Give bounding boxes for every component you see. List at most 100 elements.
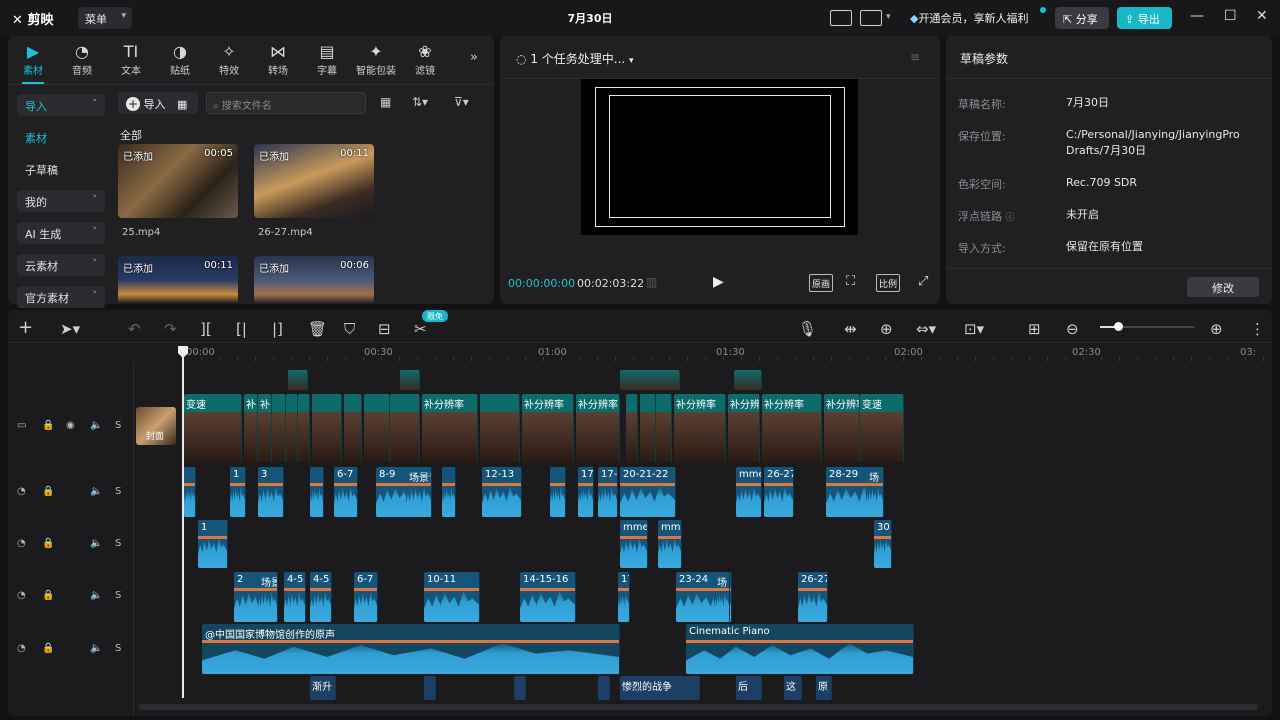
audio-clip[interactable]: 场景音 bbox=[406, 467, 432, 517]
sidebar-item[interactable]: 我的 ˅ bbox=[17, 190, 105, 212]
waveform-toggle-icon[interactable]: ▥ bbox=[646, 275, 657, 289]
video-clip[interactable]: 补分辨率 bbox=[422, 394, 478, 462]
audio-clip[interactable]: 场景 bbox=[258, 572, 278, 622]
playhead[interactable] bbox=[178, 346, 188, 698]
lock-icon[interactable]: 🔒 bbox=[42, 643, 54, 654]
tab-text[interactable]: TI 文本 bbox=[108, 42, 154, 77]
search-input[interactable]: ⌕ 搜索文件名 bbox=[206, 92, 366, 114]
text-clip[interactable]: 惨烈的战争 bbox=[620, 676, 700, 700]
fullscreen-icon[interactable]: ⤢ bbox=[918, 274, 928, 289]
vip-promo[interactable]: ◆开通会员，享新人福利 bbox=[910, 10, 1028, 26]
import-button[interactable]: + 导入 ▦ bbox=[118, 92, 198, 114]
smart-cut-icon[interactable]: ✂ bbox=[414, 320, 427, 338]
lock-icon[interactable]: 🔒 bbox=[42, 538, 54, 549]
audio-clip[interactable]: 12-13 bbox=[482, 467, 522, 517]
audio-clip[interactable]: 3 bbox=[258, 467, 284, 517]
music-clip[interactable]: @中国国家博物馆创作的原声 bbox=[202, 624, 620, 674]
video-clip[interactable] bbox=[480, 394, 520, 462]
tab-subtitle[interactable]: ▤ 字幕 bbox=[304, 42, 350, 77]
share-button[interactable]: ⇱ 分享 bbox=[1055, 7, 1109, 29]
text-clip[interactable]: 后 bbox=[736, 676, 762, 700]
video-clip[interactable] bbox=[272, 394, 286, 462]
solo-icon[interactable]: S bbox=[115, 420, 121, 431]
tab-effects[interactable]: ✧ 特效 bbox=[206, 42, 252, 77]
video-clip[interactable] bbox=[656, 394, 672, 462]
more-icon[interactable]: ⋮ bbox=[1250, 320, 1265, 338]
volume-icon[interactable]: 🔈 bbox=[90, 420, 102, 431]
link-icon[interactable]: ⇹ bbox=[844, 320, 857, 338]
menu-button[interactable]: 菜单 ▾ bbox=[78, 7, 132, 29]
text-clip[interactable]: 渐升 bbox=[310, 676, 336, 700]
audio-clip[interactable] bbox=[184, 467, 196, 517]
layout-chevron-icon[interactable]: ▾ bbox=[886, 12, 891, 22]
audio-clip[interactable]: 1 bbox=[230, 467, 246, 517]
video-clip[interactable] bbox=[626, 394, 638, 462]
delete-icon[interactable]: 🗑 bbox=[308, 320, 327, 338]
zoom-in-icon[interactable]: ⊕ bbox=[1210, 320, 1223, 338]
audio-clip[interactable]: mme bbox=[658, 520, 682, 568]
audio-clip[interactable]: 4-5 bbox=[310, 572, 332, 622]
sort-icon[interactable]: ⇅▾ bbox=[412, 95, 428, 109]
audio-clip[interactable]: 26-27 bbox=[798, 572, 828, 622]
audio-clip[interactable]: 1 bbox=[198, 520, 228, 568]
music-clip[interactable]: Cinematic Piano bbox=[686, 624, 914, 674]
audio-clip[interactable]: mme bbox=[736, 467, 762, 517]
help-icon[interactable]: ⓘ bbox=[1006, 213, 1015, 223]
media-item[interactable]: 已添加 00:11 bbox=[254, 144, 374, 218]
lock-icon[interactable]: 🔒 bbox=[42, 590, 54, 601]
zoom-slider-handle[interactable] bbox=[1114, 322, 1123, 331]
fit-timeline-icon[interactable]: ⊞ bbox=[1028, 320, 1041, 338]
solo-icon[interactable]: S bbox=[115, 590, 121, 601]
ratio-button[interactable]: 比例 bbox=[876, 274, 900, 292]
overlay-clip[interactable] bbox=[734, 370, 762, 390]
video-clip[interactable]: 补分辨率 bbox=[824, 394, 860, 462]
media-item[interactable]: 已添加 00:11 bbox=[118, 256, 238, 304]
modify-button[interactable]: 修改 bbox=[1187, 277, 1259, 297]
horizontal-scrollbar[interactable] bbox=[138, 704, 1258, 710]
redo-icon[interactable]: ↷ bbox=[164, 320, 177, 338]
video-clip[interactable] bbox=[298, 394, 310, 462]
fit-icon[interactable]: ⛶ bbox=[846, 274, 855, 289]
video-clip[interactable] bbox=[286, 394, 298, 462]
lock-icon[interactable]: 🔒 bbox=[42, 420, 54, 431]
overlay-clip[interactable] bbox=[620, 370, 680, 390]
sidebar-item[interactable]: 云素材 ˅ bbox=[17, 254, 105, 276]
minimize-icon[interactable]: — bbox=[1190, 8, 1204, 24]
overlay-clip[interactable] bbox=[400, 370, 420, 390]
video-clip[interactable]: 补分辨率 bbox=[522, 394, 574, 462]
original-quality-button[interactable]: 原画 bbox=[809, 274, 833, 292]
audio-clip[interactable]: 17 bbox=[618, 572, 630, 622]
sidebar-item[interactable]: AI 生成 ˅ bbox=[17, 222, 105, 244]
audio-clip[interactable]: 场 bbox=[714, 572, 730, 622]
layout-icon[interactable] bbox=[860, 10, 882, 26]
video-clip[interactable]: 补 bbox=[244, 394, 258, 462]
sidebar-item[interactable]: 子草稿 bbox=[17, 158, 105, 180]
audio-clip[interactable]: 6-7 bbox=[334, 467, 358, 517]
view-mode-icon[interactable]: ▦ bbox=[380, 95, 391, 109]
zoom-slider[interactable] bbox=[1100, 322, 1194, 331]
text-clip[interactable]: 这 bbox=[784, 676, 802, 700]
split-left-icon[interactable]: [| bbox=[236, 320, 247, 338]
audio-clip[interactable]: 14-15-16 bbox=[520, 572, 576, 622]
preview-axis-icon[interactable]: ⊡▾ bbox=[964, 320, 984, 338]
eye-icon[interactable]: ◉ bbox=[66, 420, 75, 431]
media-item[interactable]: 已添加 00:06 bbox=[254, 256, 374, 304]
video-clip[interactable] bbox=[390, 394, 420, 462]
tab-sticker[interactable]: ◑ 贴纸 bbox=[157, 42, 203, 77]
audio-clip[interactable]: 10-11 bbox=[424, 572, 480, 622]
replace-icon[interactable]: ⊟ bbox=[378, 320, 391, 338]
audio-clip[interactable] bbox=[310, 467, 324, 517]
audio-clip[interactable]: 17-1 bbox=[598, 467, 618, 517]
overlay-clip[interactable] bbox=[288, 370, 308, 390]
mic-icon[interactable]: 🎙 bbox=[798, 320, 817, 338]
video-clip[interactable]: 补 bbox=[258, 394, 272, 462]
preview-canvas[interactable] bbox=[581, 79, 858, 235]
cover-thumbnail[interactable]: 封面 bbox=[136, 407, 176, 445]
zoom-out-icon[interactable]: ⊖ bbox=[1066, 320, 1079, 338]
volume-icon[interactable]: 🔈 bbox=[90, 486, 102, 497]
keyboard-icon[interactable] bbox=[830, 10, 852, 26]
close-icon[interactable]: ✕ bbox=[1256, 8, 1268, 24]
volume-icon[interactable]: 🔈 bbox=[90, 538, 102, 549]
preview-menu-icon[interactable]: ≡ bbox=[910, 50, 920, 64]
audio-clip[interactable]: 26-27 bbox=[764, 467, 794, 517]
